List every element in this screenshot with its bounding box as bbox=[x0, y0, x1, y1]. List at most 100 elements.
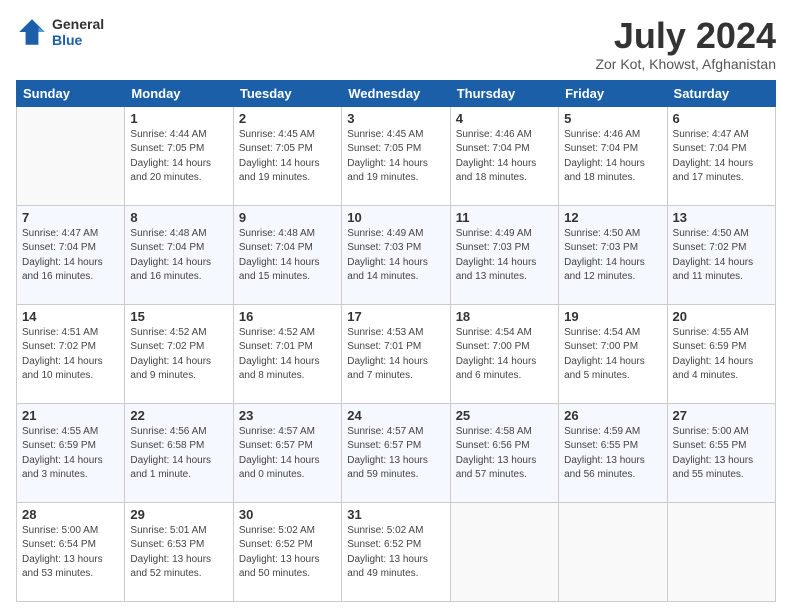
day-info: Sunrise: 5:00 AM Sunset: 6:54 PM Dayligh… bbox=[22, 524, 119, 582]
day-info: Sunrise: 4:45 AM Sunset: 7:05 PM Dayligh… bbox=[347, 128, 444, 186]
day-number: 3 bbox=[347, 111, 444, 126]
day-info: Sunrise: 4:54 AM Sunset: 7:00 PM Dayligh… bbox=[564, 326, 661, 384]
day-info: Sunrise: 4:55 AM Sunset: 6:59 PM Dayligh… bbox=[673, 326, 770, 384]
day-number: 6 bbox=[673, 111, 770, 126]
calendar-cell: 10Sunrise: 4:49 AM Sunset: 7:03 PM Dayli… bbox=[342, 205, 450, 304]
calendar-cell bbox=[17, 106, 125, 205]
sub-title: Zor Kot, Khowst, Afghanistan bbox=[595, 56, 776, 72]
day-number: 23 bbox=[239, 408, 336, 423]
day-number: 2 bbox=[239, 111, 336, 126]
day-info: Sunrise: 4:58 AM Sunset: 6:56 PM Dayligh… bbox=[456, 425, 553, 483]
day-number: 27 bbox=[673, 408, 770, 423]
day-number: 18 bbox=[456, 309, 553, 324]
calendar-week-row: 1Sunrise: 4:44 AM Sunset: 7:05 PM Daylig… bbox=[17, 106, 776, 205]
day-number: 16 bbox=[239, 309, 336, 324]
calendar-cell: 6 Sunrise: 4:47 AM Sunset: 7:04 PM Daylig… bbox=[667, 106, 775, 205]
day-number: 9 bbox=[239, 210, 336, 225]
day-info: Sunrise: 4:46 AM Sunset: 7:04 PM Dayligh… bbox=[564, 128, 661, 186]
day-info: Sunrise: 4:52 AM Sunset: 7:01 PM Dayligh… bbox=[239, 326, 336, 384]
day-info: Sunrise: 4:54 AM Sunset: 7:00 PM Dayligh… bbox=[456, 326, 553, 384]
calendar-cell: 2Sunrise: 4:45 AM Sunset: 7:05 PM Daylig… bbox=[233, 106, 341, 205]
day-info: Sunrise: 5:02 AM Sunset: 6:52 PM Dayligh… bbox=[347, 524, 444, 582]
day-info: Sunrise: 4:55 AM Sunset: 6:59 PM Dayligh… bbox=[22, 425, 119, 483]
calendar-week-row: 21 Sunrise: 4:55 AM Sunset: 6:59 PM Dayli… bbox=[17, 403, 776, 502]
calendar-day-header: Monday bbox=[125, 80, 233, 106]
logo: General Blue bbox=[16, 16, 104, 48]
day-info: Sunrise: 5:02 AM Sunset: 6:52 PM Dayligh… bbox=[239, 524, 336, 582]
day-info: Sunrise: 4:53 AM Sunset: 7:01 PM Dayligh… bbox=[347, 326, 444, 384]
day-info: Sunrise: 4:49 AM Sunset: 7:03 PM Dayligh… bbox=[456, 227, 553, 285]
calendar-cell: 24 Sunrise: 4:57 AM Sunset: 6:57 PM Dayli… bbox=[342, 403, 450, 502]
day-number: 24 bbox=[347, 408, 444, 423]
calendar-header-row: SundayMondayTuesdayWednesdayThursdayFrid… bbox=[17, 80, 776, 106]
calendar-cell: 29Sunrise: 5:01 AM Sunset: 6:53 PM Dayli… bbox=[125, 502, 233, 601]
day-number: 29 bbox=[130, 507, 227, 522]
day-number: 19 bbox=[564, 309, 661, 324]
calendar-cell bbox=[559, 502, 667, 601]
calendar-cell: 25 Sunrise: 4:58 AM Sunset: 6:56 PM Dayli… bbox=[450, 403, 558, 502]
day-info: Sunrise: 4:57 AM Sunset: 6:57 PM Dayligh… bbox=[347, 425, 444, 483]
calendar-day-header: Sunday bbox=[17, 80, 125, 106]
calendar-cell bbox=[667, 502, 775, 601]
calendar-cell: 31 Sunrise: 5:02 AM Sunset: 6:52 PM Dayli… bbox=[342, 502, 450, 601]
day-number: 14 bbox=[22, 309, 119, 324]
calendar-cell: 7Sunrise: 4:47 AM Sunset: 7:04 PM Daylig… bbox=[17, 205, 125, 304]
day-info: Sunrise: 4:59 AM Sunset: 6:55 PM Dayligh… bbox=[564, 425, 661, 483]
calendar-cell: 22 Sunrise: 4:56 AM Sunset: 6:58 PM Dayli… bbox=[125, 403, 233, 502]
day-number: 5 bbox=[564, 111, 661, 126]
calendar-cell: 19 Sunrise: 4:54 AM Sunset: 7:00 PM Dayli… bbox=[559, 304, 667, 403]
calendar-cell: 23 Sunrise: 4:57 AM Sunset: 6:57 PM Dayli… bbox=[233, 403, 341, 502]
calendar-cell: 1Sunrise: 4:44 AM Sunset: 7:05 PM Daylig… bbox=[125, 106, 233, 205]
day-info: Sunrise: 4:47 AM Sunset: 7:04 PM Dayligh… bbox=[22, 227, 119, 285]
day-info: Sunrise: 4:50 AM Sunset: 7:03 PM Dayligh… bbox=[564, 227, 661, 285]
calendar-cell: 9Sunrise: 4:48 AM Sunset: 7:04 PM Daylig… bbox=[233, 205, 341, 304]
calendar-cell: 17Sunrise: 4:53 AM Sunset: 7:01 PM Dayli… bbox=[342, 304, 450, 403]
title-block: July 2024 Zor Kot, Khowst, Afghanistan bbox=[595, 16, 776, 72]
day-number: 21 bbox=[22, 408, 119, 423]
day-number: 13 bbox=[673, 210, 770, 225]
day-number: 26 bbox=[564, 408, 661, 423]
day-info: Sunrise: 4:48 AM Sunset: 7:04 PM Dayligh… bbox=[130, 227, 227, 285]
calendar-cell: 27 Sunrise: 5:00 AM Sunset: 6:55 PM Dayli… bbox=[667, 403, 775, 502]
day-info: Sunrise: 4:57 AM Sunset: 6:57 PM Dayligh… bbox=[239, 425, 336, 483]
calendar-cell: 30 Sunrise: 5:02 AM Sunset: 6:52 PM Dayli… bbox=[233, 502, 341, 601]
day-info: Sunrise: 4:50 AM Sunset: 7:02 PM Dayligh… bbox=[673, 227, 770, 285]
calendar-day-header: Saturday bbox=[667, 80, 775, 106]
day-number: 11 bbox=[456, 210, 553, 225]
day-number: 30 bbox=[239, 507, 336, 522]
page: General Blue July 2024 Zor Kot, Khowst, … bbox=[0, 0, 792, 612]
day-number: 22 bbox=[130, 408, 227, 423]
calendar-cell: 28 Sunrise: 5:00 AM Sunset: 6:54 PM Dayli… bbox=[17, 502, 125, 601]
day-number: 20 bbox=[673, 309, 770, 324]
day-number: 28 bbox=[22, 507, 119, 522]
day-info: Sunrise: 5:00 AM Sunset: 6:55 PM Dayligh… bbox=[673, 425, 770, 483]
day-number: 15 bbox=[130, 309, 227, 324]
day-number: 25 bbox=[456, 408, 553, 423]
day-info: Sunrise: 4:56 AM Sunset: 6:58 PM Dayligh… bbox=[130, 425, 227, 483]
day-info: Sunrise: 4:47 AM Sunset: 7:04 PM Dayligh… bbox=[673, 128, 770, 186]
calendar-day-header: Friday bbox=[559, 80, 667, 106]
calendar-week-row: 7Sunrise: 4:47 AM Sunset: 7:04 PM Daylig… bbox=[17, 205, 776, 304]
calendar-cell: 26 Sunrise: 4:59 AM Sunset: 6:55 PM Dayli… bbox=[559, 403, 667, 502]
calendar-cell: 15Sunrise: 4:52 AM Sunset: 7:02 PM Dayli… bbox=[125, 304, 233, 403]
calendar-day-header: Tuesday bbox=[233, 80, 341, 106]
calendar-week-row: 28 Sunrise: 5:00 AM Sunset: 6:54 PM Dayli… bbox=[17, 502, 776, 601]
day-info: Sunrise: 4:51 AM Sunset: 7:02 PM Dayligh… bbox=[22, 326, 119, 384]
calendar-cell: 13 Sunrise: 4:50 AM Sunset: 7:02 PM Dayli… bbox=[667, 205, 775, 304]
day-number: 4 bbox=[456, 111, 553, 126]
calendar-cell: 8 Sunrise: 4:48 AM Sunset: 7:04 PM Daylig… bbox=[125, 205, 233, 304]
calendar-cell: 5 Sunrise: 4:46 AM Sunset: 7:04 PM Daylig… bbox=[559, 106, 667, 205]
calendar-day-header: Wednesday bbox=[342, 80, 450, 106]
day-number: 1 bbox=[130, 111, 227, 126]
calendar-cell: 3 Sunrise: 4:45 AM Sunset: 7:05 PM Daylig… bbox=[342, 106, 450, 205]
calendar-cell: 21 Sunrise: 4:55 AM Sunset: 6:59 PM Dayli… bbox=[17, 403, 125, 502]
calendar-cell: 4Sunrise: 4:46 AM Sunset: 7:04 PM Daylig… bbox=[450, 106, 558, 205]
calendar-cell: 18 Sunrise: 4:54 AM Sunset: 7:00 PM Dayli… bbox=[450, 304, 558, 403]
calendar-cell: 11 Sunrise: 4:49 AM Sunset: 7:03 PM Dayli… bbox=[450, 205, 558, 304]
day-number: 8 bbox=[130, 210, 227, 225]
day-number: 12 bbox=[564, 210, 661, 225]
logo-icon bbox=[16, 16, 48, 48]
day-number: 31 bbox=[347, 507, 444, 522]
calendar-cell bbox=[450, 502, 558, 601]
day-number: 10 bbox=[347, 210, 444, 225]
